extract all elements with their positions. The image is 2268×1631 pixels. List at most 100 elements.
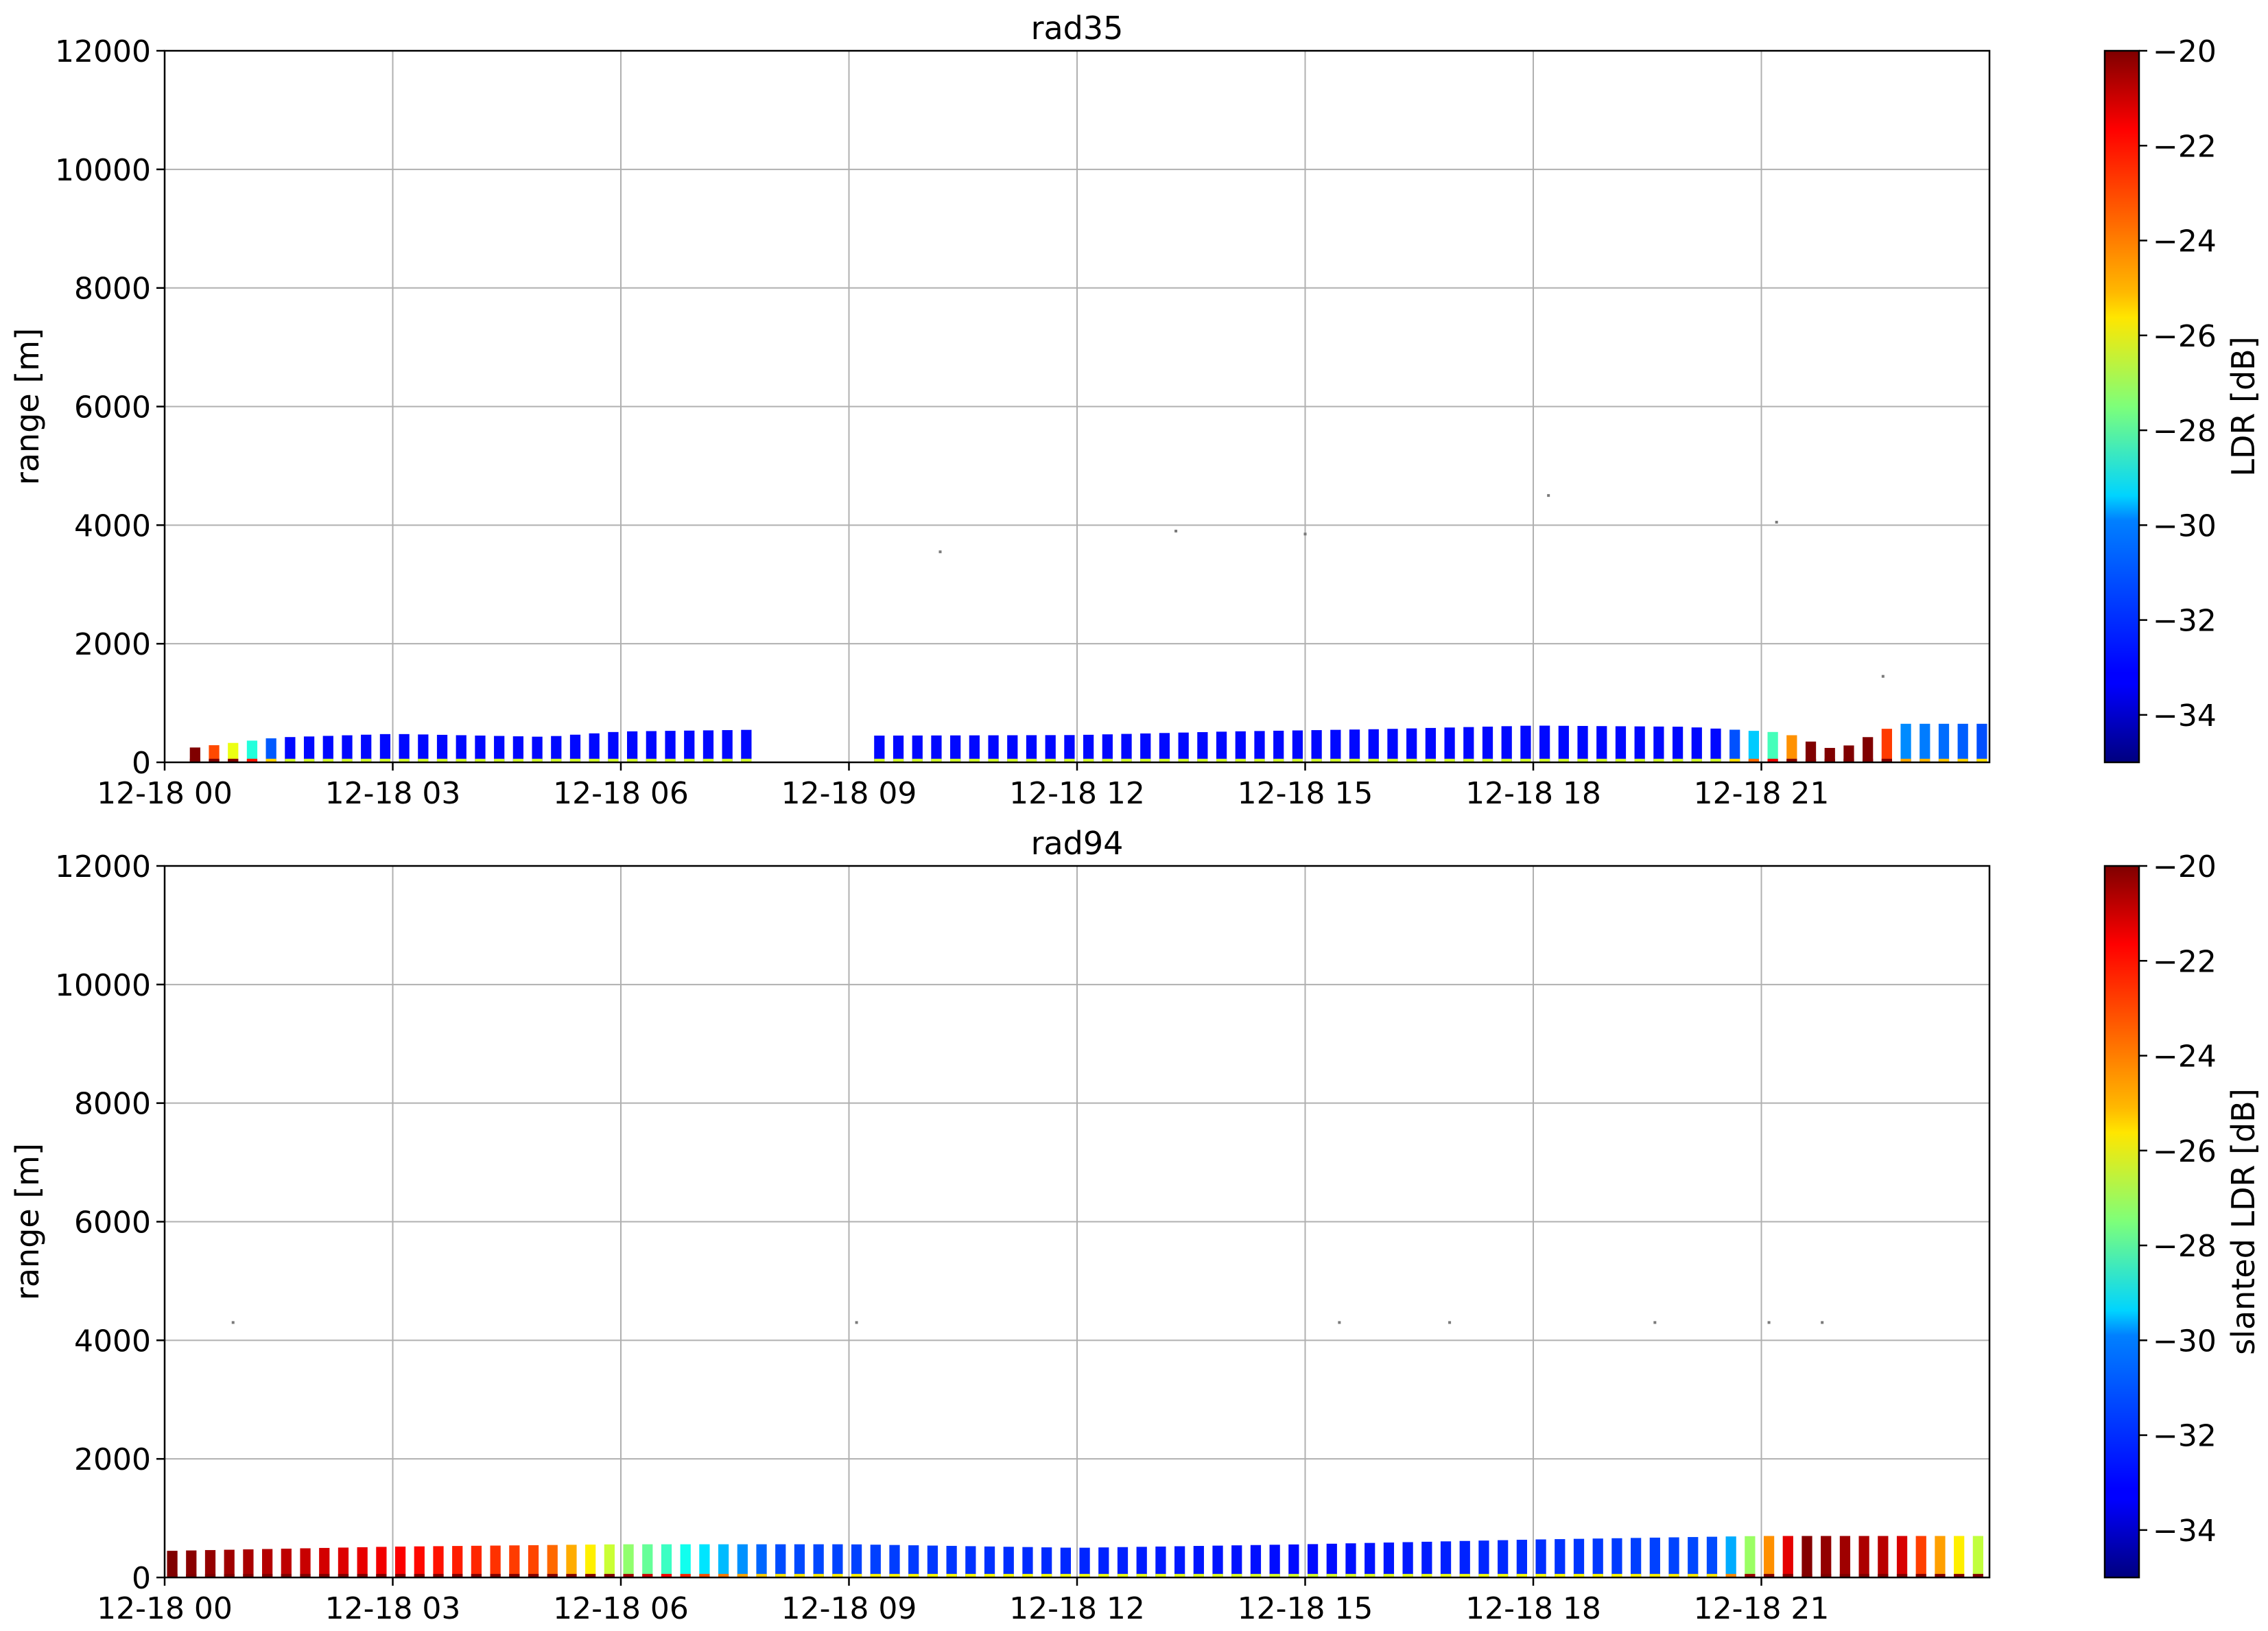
data-column: [1653, 726, 1664, 762]
data-column: [969, 735, 980, 762]
colorbar-tick-label: −26: [2153, 1134, 2217, 1169]
data-column: [642, 1544, 653, 1577]
data-column: [167, 1551, 178, 1577]
y-tick-label: 4000: [74, 1324, 151, 1359]
data-column: [1957, 723, 1968, 762]
data-speck: [855, 1321, 858, 1324]
x-tick-label: 12-18 00: [97, 1591, 233, 1626]
colorbar-tick-label: −32: [2153, 1419, 2217, 1454]
data-column: [1972, 1536, 1983, 1577]
data-column: [1802, 1536, 1812, 1577]
data-column: [1159, 733, 1170, 762]
data-column: [646, 731, 657, 762]
data-column: [608, 731, 619, 762]
data-column: [1330, 729, 1341, 762]
data-column: [1915, 1536, 1926, 1577]
data-column: [262, 1549, 273, 1577]
x-tick-label: 12-18 09: [781, 1591, 917, 1626]
data-column: [1269, 1545, 1280, 1577]
data-column: [912, 735, 923, 762]
colorbar-label: slanted LDR [dB]: [2225, 1088, 2262, 1355]
data-column: [1748, 731, 1760, 762]
x-tick-label: 12-18 12: [1009, 1591, 1145, 1626]
data-column: [1368, 729, 1379, 762]
y-tick-label: 12000: [55, 34, 151, 69]
data-column: [1387, 729, 1398, 762]
data-column: [1254, 731, 1265, 762]
y-tick-label: 2000: [74, 1442, 151, 1477]
data-column: [1710, 728, 1721, 762]
data-column: [1520, 725, 1531, 762]
data-column: [414, 1546, 425, 1577]
data-column: [965, 1546, 976, 1577]
data-column: [361, 734, 372, 762]
data-column: [1688, 1537, 1699, 1577]
data-column: [1421, 1541, 1432, 1577]
data-column: [1729, 729, 1740, 762]
colorbar-tick-label: −34: [2153, 699, 2217, 734]
y-tick-label: 10000: [55, 153, 151, 188]
data-column: [1745, 1536, 1756, 1577]
data-column: [1725, 1536, 1736, 1577]
data-column: [1064, 735, 1075, 762]
colorbar-tick-label: −32: [2153, 604, 2217, 639]
data-column: [1691, 727, 1702, 762]
data-column: [338, 1547, 349, 1577]
data-column: [1821, 1536, 1832, 1577]
radar-ldr-figure: rad3502000400060008000100001200012-18 00…: [9, 10, 2262, 1626]
rad94-panel: rad9402000400060008000100001200012-18 00…: [9, 825, 2262, 1626]
data-speck: [1767, 1321, 1771, 1324]
data-column: [623, 1544, 634, 1577]
data-column: [1501, 726, 1512, 762]
data-column: [452, 1546, 463, 1577]
data-column: [1478, 1540, 1489, 1577]
data-column: [699, 1544, 710, 1577]
data-column: [1365, 1542, 1375, 1577]
data-column: [756, 1544, 767, 1577]
data-speck: [231, 1321, 235, 1324]
data-column: [874, 736, 885, 762]
data-column: [946, 1545, 957, 1577]
data-column: [665, 731, 676, 762]
data-column: [684, 730, 695, 762]
data-column: [1919, 723, 1930, 762]
data-column: [1881, 729, 1892, 762]
data-column: [908, 1545, 919, 1577]
data-column: [1954, 1536, 1965, 1577]
colorbar-tick-label: −22: [2153, 944, 2217, 979]
data-column: [1668, 1537, 1679, 1577]
data-column: [1292, 730, 1303, 762]
data-column: [1558, 725, 1569, 762]
data-column: [1839, 1536, 1851, 1577]
colorbar-tick-label: −26: [2153, 319, 2217, 354]
data-column: [224, 1549, 235, 1577]
rad35-panel: rad3502000400060008000100001200012-18 00…: [9, 10, 2262, 811]
data-column: [1535, 1539, 1546, 1577]
colorbar-tick-label: −30: [2153, 1324, 2217, 1359]
data-column: [1235, 731, 1246, 762]
colorbar-tick-label: −24: [2153, 1040, 2217, 1075]
data-column: [379, 734, 391, 762]
y-axis-label: range [m]: [9, 328, 46, 485]
data-column: [418, 734, 429, 762]
data-column: [512, 736, 523, 762]
colorbar-tick-label: −28: [2153, 1229, 2217, 1264]
data-column: [285, 737, 296, 762]
data-column: [436, 734, 448, 762]
data-column: [1634, 726, 1645, 762]
data-column: [1079, 1547, 1090, 1577]
data-speck: [1821, 1321, 1824, 1324]
data-column: [1060, 1547, 1071, 1577]
colorbar-tick-label: −22: [2153, 129, 2217, 164]
data-column: [1288, 1544, 1299, 1577]
data-column: [1121, 734, 1132, 762]
data-column: [471, 1545, 482, 1577]
data-column: [376, 1547, 387, 1577]
data-column: [1216, 731, 1227, 762]
data-column: [1782, 1536, 1793, 1577]
data-column: [1463, 727, 1474, 762]
data-column: [1197, 731, 1208, 762]
x-tick-label: 12-18 12: [1009, 776, 1145, 811]
data-column: [1140, 733, 1151, 762]
data-column: [319, 1547, 330, 1577]
